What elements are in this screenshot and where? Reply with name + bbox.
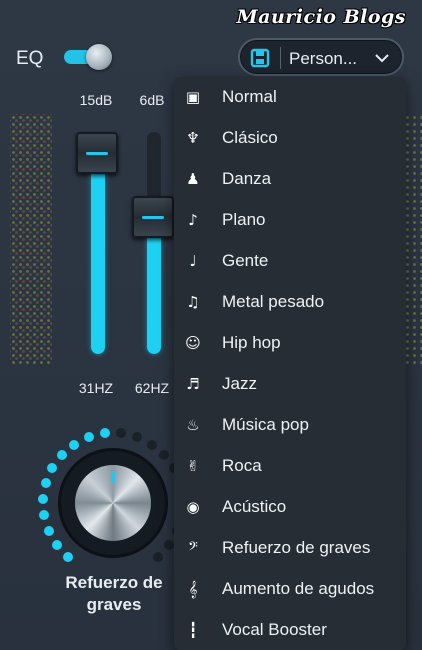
menu-item-label: Clásico [222,128,278,147]
dancer-icon: ♟ [186,170,200,188]
level-dot [40,478,51,489]
dropdown-divider [280,47,281,69]
level-dot [56,450,67,461]
piano-icon: ♪ [188,211,198,229]
menu-item-jazz[interactable]: ♬ Jazz [174,364,406,405]
menu-item-label: Gente [222,251,269,270]
menu-item-danza[interactable]: ♟ Danza [174,159,406,200]
level-dot [159,450,170,461]
band-freq-label: 62HZ [134,380,170,396]
flame-icon: ♨ [186,416,200,434]
menu-item-label: Roca [222,456,262,475]
level-dot [52,540,63,551]
chevron-down-icon [375,54,389,63]
hip-hop-icon: ☺ [185,334,201,352]
eq-label: EQ [16,48,44,69]
menu-item-normal[interactable]: ▣ Normal [174,77,406,118]
menu-item-label: Plano [222,210,266,229]
menu-item-label: Hip hop [222,333,281,352]
menu-item-refuerzo-de-graves[interactable]: 𝄢 Refuerzo de graves [174,528,406,569]
menu-item-label: Aumento de agudos [222,579,375,598]
menu-item-label: Refuerzo de graves [222,538,371,557]
slider-thumb[interactable] [132,196,174,238]
menu-item-aumento-de-agudos[interactable]: 𝄞 Aumento de agudos [174,569,406,610]
level-dot [132,432,142,443]
trumpet-icon: ♬ [186,375,200,393]
bass-boost-control[interactable] [36,426,188,576]
menu-item-label: Acústico [222,497,287,516]
level-dot [39,510,50,521]
menu-item-label: Jazz [222,374,257,393]
slider-thumb[interactable] [76,132,118,174]
spectrum-dots-right [404,114,422,364]
level-dot [99,428,110,439]
menu-item-acústico[interactable]: ◉ Acústico [174,487,406,528]
level-dot [146,439,157,450]
bass-boost-label-line1: Refuerzo de [65,573,163,592]
menu-item-plano[interactable]: ♪ Plano [174,200,406,241]
equalizer-screen: Mauricio Blogs EQ Person... 15dB 31HZ 6d… [0,0,422,650]
level-dot [47,463,58,474]
eq-toggle-knob [86,44,112,70]
menu-item-música-pop[interactable]: ♨ Música pop [174,405,406,446]
bass-boost-knob[interactable] [61,451,165,555]
level-dot [163,540,174,551]
menu-item-roca[interactable]: ✌ Roca [174,446,406,487]
menu-item-label: Metal pesado [222,292,325,311]
preset-menu: ▣ Normal ♆ Clásico ♟ Danza ♪ Plano ♩ Gente ♫ Metal … [174,77,406,650]
spectrum-dots-left [10,114,52,364]
preset-value: Person... [289,49,358,68]
level-dot [116,428,127,439]
knob-indicator [111,471,115,483]
level-dot [83,432,94,443]
bass-clef-icon: 𝄢 [188,539,198,557]
speaker-icon: ▣ [185,88,201,106]
watermark: Mauricio Blogs [236,6,406,28]
menu-item-label: Danza [222,169,272,188]
menu-item-label: Normal [222,87,277,106]
level-dot [43,526,54,537]
menu-item-vocal-booster[interactable]: ┇ Vocal Booster [174,610,406,650]
level-dot [69,439,80,450]
treble-clef-icon: 𝄞 [188,580,198,598]
eq-toggle[interactable] [64,44,112,70]
level-dot [38,494,49,505]
band-db-label: 6dB [139,92,165,108]
band-freq-label: 31HZ [78,380,114,396]
level-dot [63,551,74,562]
slider-fill [91,152,105,354]
level-dot [152,551,163,562]
electric-guitar-icon: ♫ [186,293,200,311]
menu-item-label: Música pop [222,415,309,434]
rock-hand-icon: ✌ [186,457,200,475]
preset-dropdown[interactable]: Person... [238,38,404,76]
menu-item-gente[interactable]: ♩ Gente [174,241,406,282]
harp-icon: ♆ [186,129,200,147]
bass-boost-label: Refuerzo de graves [44,572,184,616]
menu-item-metal-pesado[interactable]: ♫ Metal pesado [174,282,406,323]
bass-boost-label-line2: graves [86,595,142,614]
folk-guitar-icon: ♩ [189,252,197,270]
menu-item-label: Vocal Booster [222,620,327,639]
waveform-icon: ┇ [188,621,198,639]
menu-item-hip-hop[interactable]: ☺ Hip hop [174,323,406,364]
band-db-label: 15dB [79,92,113,108]
vinyl-icon: ◉ [186,498,200,516]
menu-item-clásico[interactable]: ♆ Clásico [174,118,406,159]
save-icon[interactable] [250,48,270,68]
